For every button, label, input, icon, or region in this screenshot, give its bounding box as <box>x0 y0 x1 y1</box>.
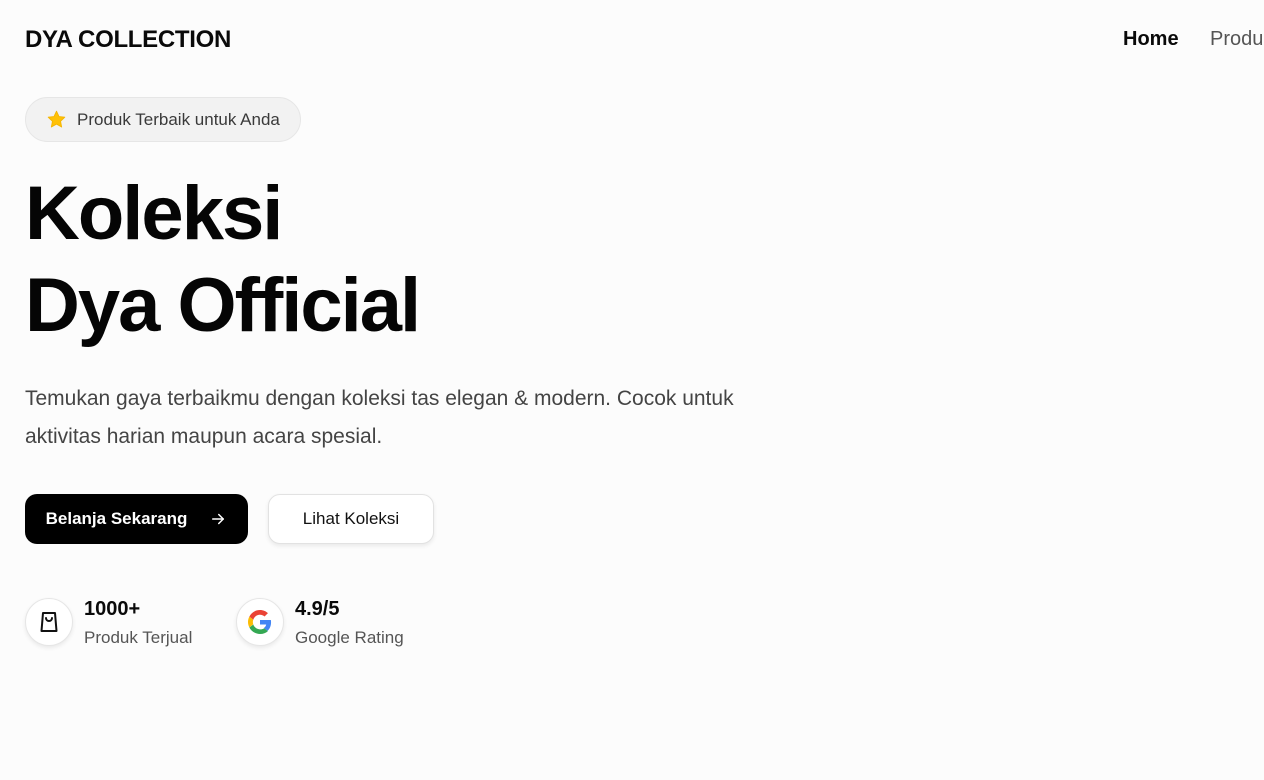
hero-title-line-1: Koleksi <box>25 171 283 256</box>
star-icon <box>47 110 66 128</box>
main-nav: Home Produk <box>1123 28 1264 51</box>
stat-products-sold: 1000+ Produk Terjual <box>25 596 192 650</box>
stat-icon-circle <box>236 598 284 646</box>
hero-badge-text: Produk Terbaik untuk Anda <box>77 109 280 129</box>
view-collection-button[interactable]: Lihat Koleksi <box>268 494 434 544</box>
hero-description: Temukan gaya terbaikmu dengan koleksi ta… <box>25 387 734 448</box>
shop-now-label: Belanja Sekarang <box>45 509 188 528</box>
shop-now-button[interactable]: Belanja Sekarang <box>25 494 248 544</box>
hero-badge: Produk Terbaik untuk Anda <box>25 97 301 142</box>
google-logo-icon <box>248 610 272 634</box>
hero-title-line-2: Dya Official <box>25 263 421 348</box>
stat-icon-circle <box>25 598 73 646</box>
shopping-bag-icon <box>40 612 58 632</box>
nav-item-produk[interactable]: Produk <box>1210 28 1264 51</box>
hero-title: Koleksi Dya Official <box>25 168 421 352</box>
stat-value: 4.9/5 <box>295 598 340 620</box>
stat-google-rating: 4.9/5 Google Rating <box>236 596 404 650</box>
arrow-right-icon <box>212 513 225 525</box>
nav-item-home[interactable]: Home <box>1123 28 1179 51</box>
stat-label: Produk Terjual <box>84 628 193 647</box>
brand-logo[interactable]: DYA COLLECTION <box>25 26 231 54</box>
stat-label: Google Rating <box>295 628 404 647</box>
stat-value: 1000+ <box>84 598 141 620</box>
